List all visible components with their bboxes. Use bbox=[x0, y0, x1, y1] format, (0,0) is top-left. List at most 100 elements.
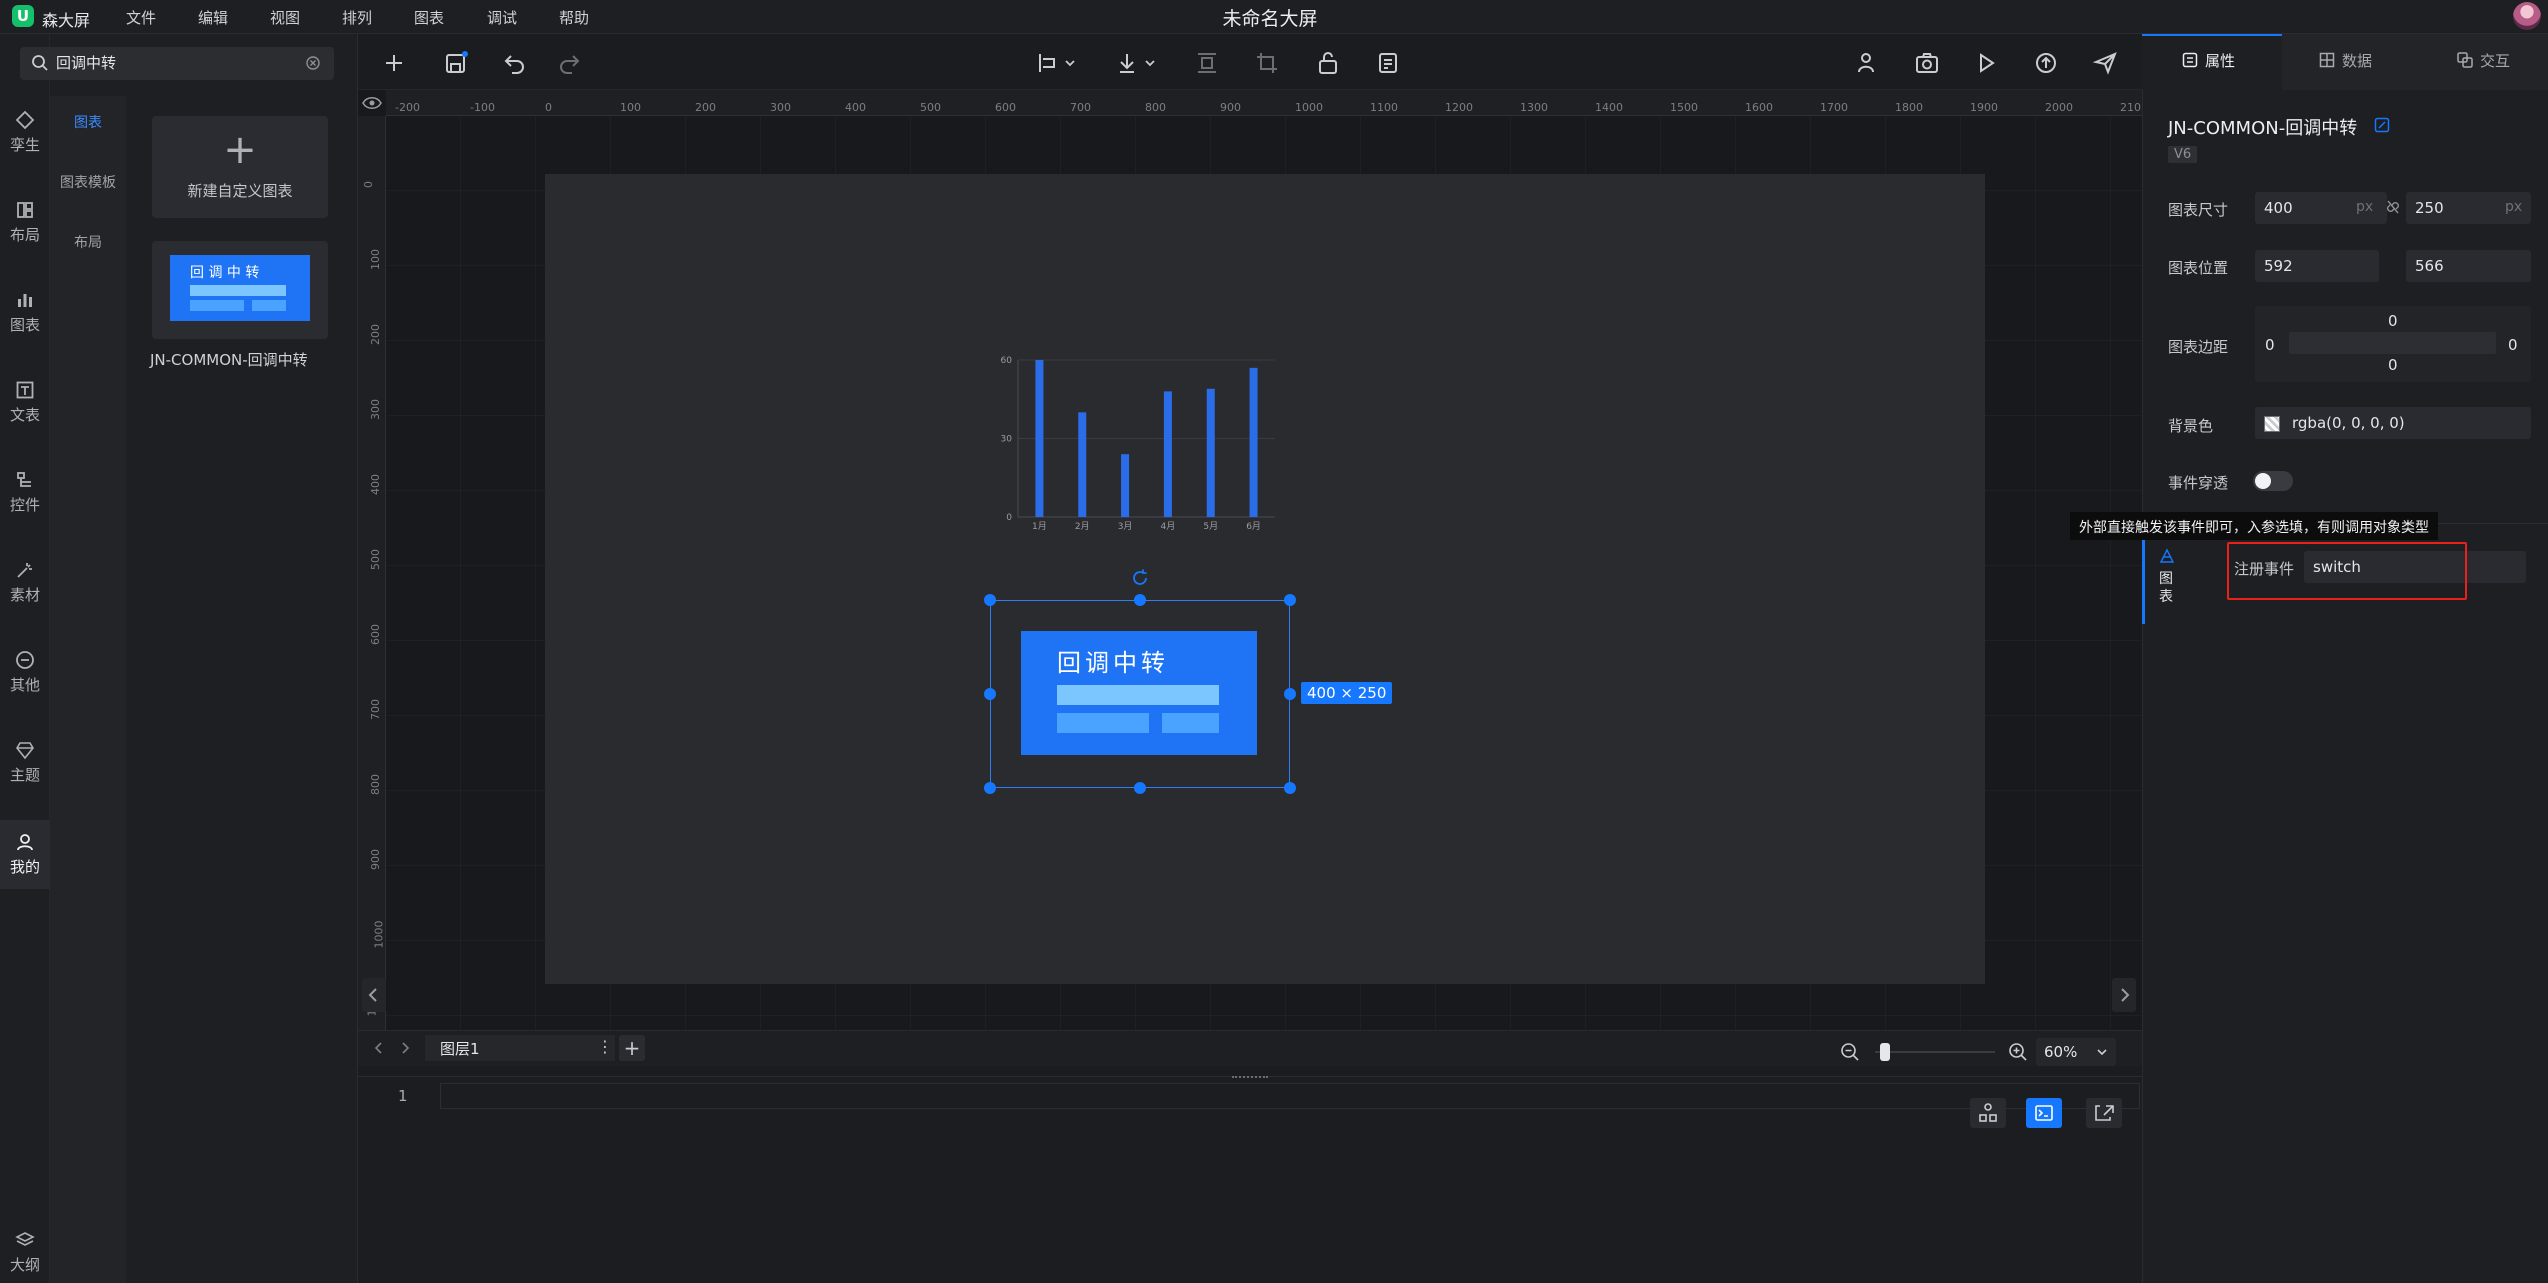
margin-bottom-value[interactable]: 0 bbox=[2388, 356, 2398, 374]
resize-handle[interactable] bbox=[1284, 688, 1296, 700]
margin-top-value[interactable]: 0 bbox=[2388, 312, 2398, 330]
tab-properties[interactable]: 属性 bbox=[2181, 50, 2235, 71]
console-button[interactable] bbox=[2026, 1098, 2062, 1128]
menu-arrange[interactable]: 排列 bbox=[342, 7, 372, 28]
save-icon[interactable] bbox=[443, 50, 469, 76]
rail-item-other[interactable]: 其他 bbox=[0, 650, 50, 695]
layer-nav-icon[interactable] bbox=[372, 1040, 412, 1056]
x-tick-label: 2月 bbox=[1075, 521, 1090, 532]
rail-item-twin[interactable]: 孪生 bbox=[0, 110, 50, 155]
resize-handle[interactable] bbox=[984, 594, 996, 606]
tab-data[interactable]: 数据 bbox=[2318, 50, 2372, 71]
rail-item-controls[interactable]: 控件 bbox=[0, 470, 50, 515]
user-settings-icon[interactable] bbox=[1854, 50, 1880, 76]
height-field[interactable]: 250 px bbox=[2406, 192, 2531, 224]
scroll-right-button[interactable] bbox=[2112, 978, 2136, 1012]
ruler-tick-label: 300 bbox=[369, 399, 382, 420]
tab-label: 数据 bbox=[2342, 52, 2373, 70]
zoom-slider-thumb[interactable] bbox=[1880, 1043, 1890, 1061]
bar-chart[interactable]: 0 30 60 1月 2月 3月 4月 5月 6月 bbox=[990, 350, 1290, 540]
code-line[interactable] bbox=[440, 1083, 2140, 1109]
zoom-select[interactable]: 60% bbox=[2036, 1038, 2116, 1066]
passthrough-toggle[interactable] bbox=[2253, 471, 2293, 491]
rail-item-mine[interactable]: 我的 bbox=[0, 820, 50, 889]
margin-right-value[interactable]: 0 bbox=[2508, 336, 2518, 354]
more-vertical-icon[interactable]: ⋮ bbox=[597, 1037, 613, 1056]
ruler-tick-label: 1300 bbox=[1520, 101, 1548, 114]
selection-box[interactable]: 回调中转 bbox=[990, 600, 1290, 788]
edit-icon[interactable] bbox=[2373, 116, 2391, 134]
subnav-item-templates[interactable]: 图表模板 bbox=[50, 172, 126, 192]
color-swatch bbox=[2264, 416, 2280, 432]
menu-help[interactable]: 帮助 bbox=[559, 7, 589, 28]
position-x-field[interactable]: 592 bbox=[2255, 250, 2379, 282]
avatar[interactable] bbox=[2513, 2, 2541, 30]
rail-item-outline[interactable]: 大纲 bbox=[0, 1230, 50, 1275]
rail-label: 布局 bbox=[9, 226, 40, 244]
zoom-slider-track[interactable] bbox=[1875, 1051, 1995, 1053]
resize-handle[interactable] bbox=[984, 782, 996, 794]
version-badge: V6 bbox=[2168, 146, 2198, 163]
subnav-item-charts[interactable]: 图表 bbox=[50, 112, 126, 132]
add-icon[interactable] bbox=[381, 50, 407, 76]
chevron-down-icon bbox=[2097, 1049, 2107, 1056]
align-icon[interactable] bbox=[1036, 50, 1080, 76]
open-external-button[interactable] bbox=[2086, 1098, 2122, 1128]
ruler-tick-label: 500 bbox=[920, 101, 941, 114]
ruler-tick-label: 500 bbox=[369, 549, 382, 570]
flow-button[interactable] bbox=[1970, 1098, 2006, 1128]
redo-icon[interactable] bbox=[556, 50, 582, 76]
publish-icon[interactable] bbox=[2093, 50, 2119, 76]
editor-resize-handle[interactable] bbox=[1232, 1076, 1268, 1080]
subnav-item-layout[interactable]: 布局 bbox=[50, 232, 126, 252]
play-icon[interactable] bbox=[1973, 50, 1999, 76]
resize-handle[interactable] bbox=[984, 688, 996, 700]
menu-edit[interactable]: 编辑 bbox=[198, 7, 228, 28]
layer-tab[interactable]: 图层1 ⋮ bbox=[425, 1035, 615, 1061]
background-color-field[interactable]: rgba(0, 0, 0, 0) bbox=[2255, 407, 2531, 439]
layers-icon bbox=[15, 1232, 35, 1246]
height-value: 250 bbox=[2415, 199, 2444, 217]
ruler-tick-label: 800 bbox=[369, 774, 382, 795]
resize-handle[interactable] bbox=[1284, 782, 1296, 794]
menu-chart[interactable]: 图表 bbox=[414, 7, 444, 28]
distribute-icon[interactable] bbox=[1194, 50, 1220, 76]
camera-icon[interactable] bbox=[1914, 50, 1940, 76]
rail-item-layout[interactable]: 布局 bbox=[0, 200, 50, 245]
chevron-right-icon bbox=[2121, 988, 2130, 1002]
add-layer-button[interactable]: + bbox=[619, 1035, 645, 1061]
rail-item-chart[interactable]: 图表 bbox=[0, 290, 50, 335]
eye-icon[interactable] bbox=[362, 96, 382, 110]
zoom-out-icon[interactable] bbox=[1840, 1042, 1860, 1062]
tab-interaction[interactable]: 交互 bbox=[2456, 50, 2510, 71]
menu-file[interactable]: 文件 bbox=[126, 7, 156, 28]
rail-item-theme[interactable]: 主题 bbox=[0, 740, 50, 785]
thumb-bar bbox=[190, 285, 286, 296]
side-tab-chart[interactable]: 图表 bbox=[2159, 570, 2175, 606]
menu-debug[interactable]: 调试 bbox=[487, 7, 517, 28]
position-y-field[interactable]: 566 bbox=[2406, 250, 2531, 282]
unlock-icon[interactable] bbox=[1315, 50, 1341, 76]
resize-handle[interactable] bbox=[1134, 594, 1146, 606]
crop-icon[interactable] bbox=[1254, 50, 1280, 76]
margin-left-value[interactable]: 0 bbox=[2265, 336, 2275, 354]
artboard[interactable] bbox=[545, 174, 1985, 984]
bar bbox=[1078, 412, 1087, 517]
notes-icon[interactable] bbox=[1375, 50, 1401, 76]
undo-icon[interactable] bbox=[502, 50, 528, 76]
menu-view[interactable]: 视图 bbox=[270, 7, 300, 28]
line-number: 1 bbox=[398, 1087, 408, 1105]
zoom-in-icon[interactable] bbox=[2008, 1042, 2028, 1062]
upload-icon[interactable] bbox=[2033, 50, 2059, 76]
link-icon[interactable] bbox=[2385, 198, 2401, 216]
resize-handle[interactable] bbox=[1134, 782, 1146, 794]
width-field[interactable]: 400 px bbox=[2255, 192, 2387, 224]
scroll-left-button[interactable] bbox=[362, 978, 386, 1012]
rail-item-text[interactable]: 文表 bbox=[0, 380, 50, 425]
search-value: 回调中转 bbox=[56, 54, 117, 72]
rail-item-assets[interactable]: 素材 bbox=[0, 560, 50, 605]
download-icon[interactable] bbox=[1116, 50, 1160, 76]
clear-icon[interactable] bbox=[306, 56, 320, 70]
rotate-icon[interactable] bbox=[1130, 568, 1150, 588]
resize-handle[interactable] bbox=[1284, 594, 1296, 606]
